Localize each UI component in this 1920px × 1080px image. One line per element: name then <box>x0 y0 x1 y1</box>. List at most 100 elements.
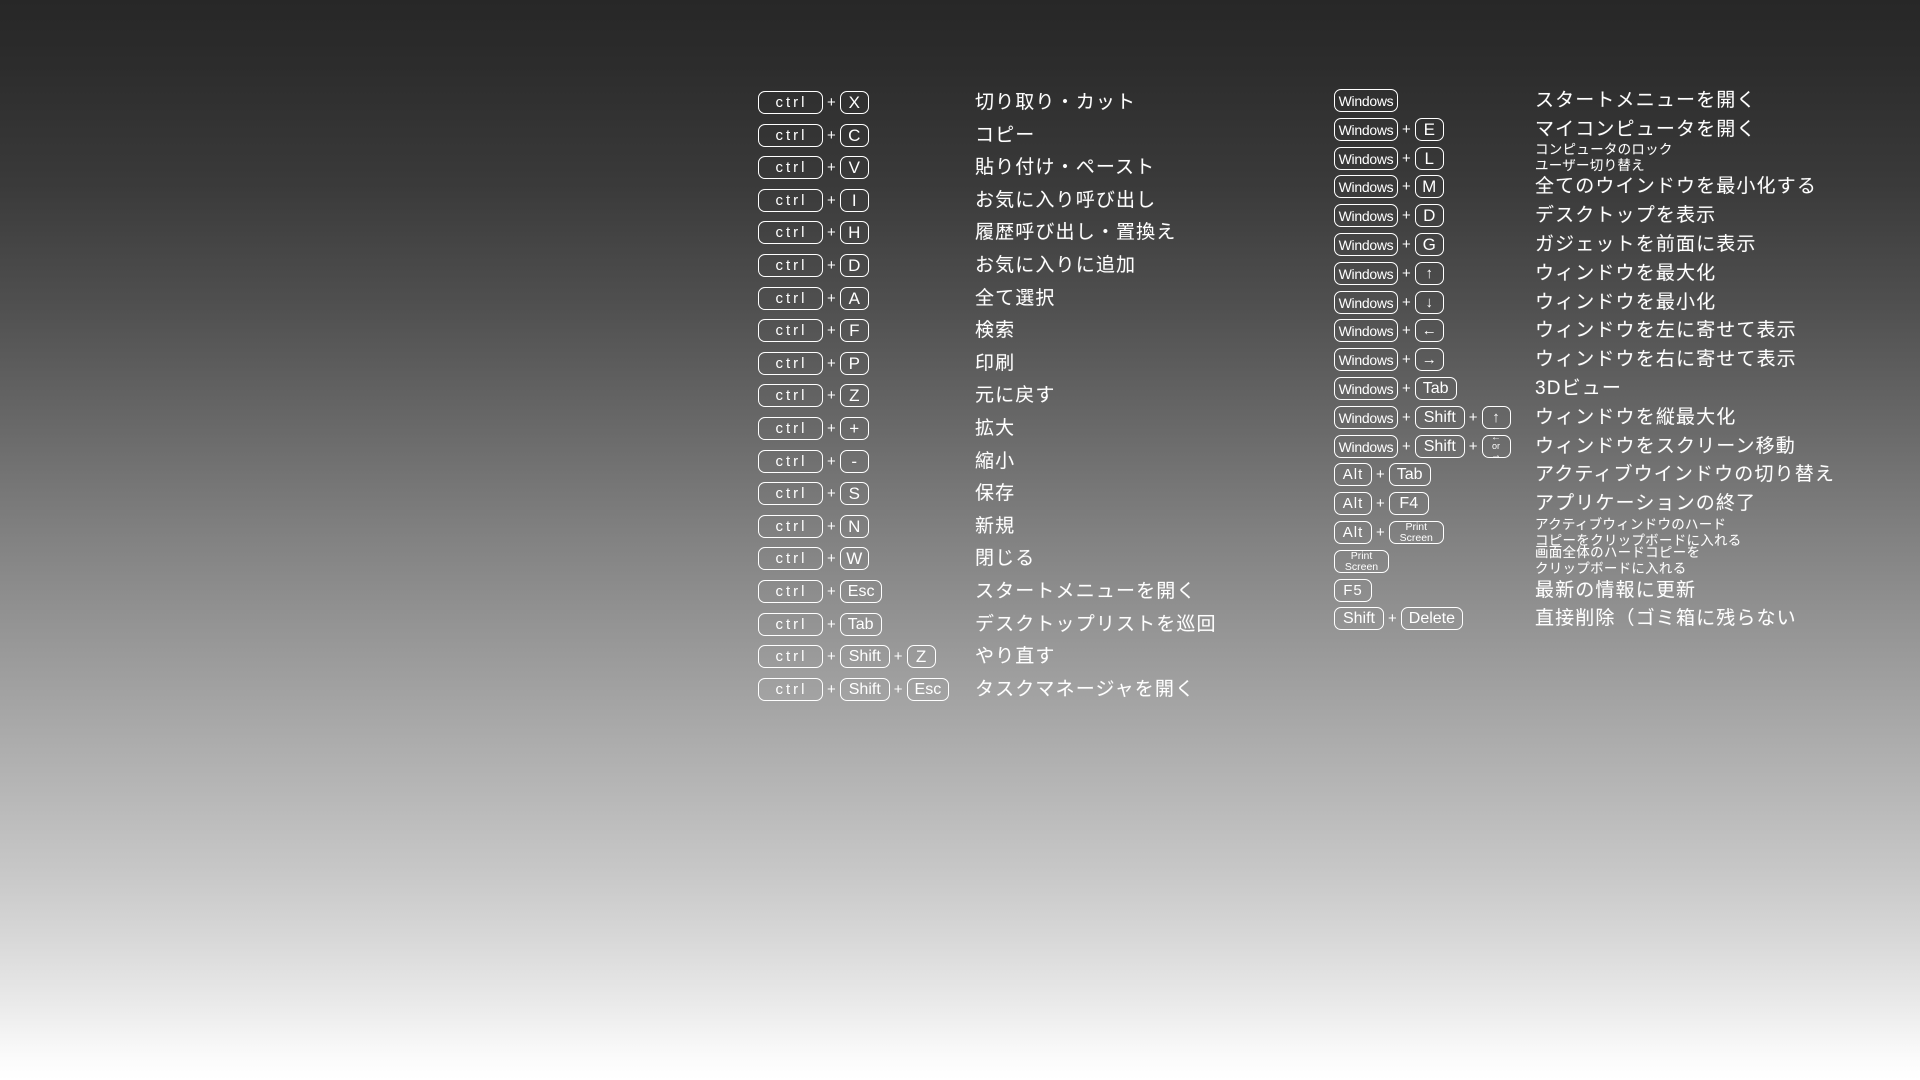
plus-separator: + <box>1402 409 1411 426</box>
plus-separator: + <box>827 192 836 209</box>
plus-separator: + <box>1402 265 1411 282</box>
key-cap: D <box>839 254 869 277</box>
key-cap: F5 <box>1334 579 1372 602</box>
shortcut-key-combo: ctrl + A <box>758 287 869 310</box>
plus-separator: + <box>1402 322 1411 339</box>
plus-separator: + <box>893 681 903 698</box>
plus-separator: + <box>827 322 836 339</box>
shortcut-key-combo: ctrl + I <box>758 189 869 212</box>
shortcut-key-combo: Windows + ↑ <box>1334 262 1444 285</box>
key-cap: Windows <box>1334 175 1398 198</box>
key-cap: Windows <box>1334 406 1398 429</box>
key-cap: X <box>839 91 869 114</box>
shortcut-key-combo: ctrl + D <box>758 254 869 277</box>
key-cap: A <box>839 287 869 310</box>
shortcut-description: 画面全体のハードコピーを クリップボードに入れる <box>1535 544 1701 576</box>
key-cap: ctrl <box>758 319 823 342</box>
plus-separator: + <box>827 648 836 665</box>
key-cap: Shift <box>839 678 890 701</box>
shortcut-key-combo: ctrl + Tab <box>758 613 882 636</box>
plus-separator: + <box>827 583 836 600</box>
key-cap: ctrl <box>758 189 823 212</box>
shortcut-key-combo: Windows + L <box>1334 147 1444 170</box>
shortcut-description: コピー <box>975 125 1036 146</box>
shortcut-description: 全てのウインドウを最小化する <box>1535 176 1817 197</box>
plus-separator: + <box>1402 207 1411 224</box>
key-cap: ↓ <box>1414 291 1444 314</box>
key-cap: Windows <box>1334 435 1398 458</box>
shortcut-description: ガジェットを前面に表示 <box>1535 234 1757 255</box>
plus-separator: + <box>1402 351 1411 368</box>
wallpaper-canvas: ctrl + X 切り取り・カット ctrl + C コピー ctrl + V 貼り付け・ペースト ct… <box>0 0 1920 1080</box>
shortcut-description: 印刷 <box>975 353 1016 374</box>
shortcut-key-combo: Windows + D <box>1334 204 1444 227</box>
shortcut-key-combo: Print Screen <box>1334 550 1389 573</box>
plus-separator: + <box>827 387 836 404</box>
key-cap: Esc <box>839 580 883 603</box>
plus-separator: + <box>1376 495 1385 512</box>
key-cap: P <box>839 352 869 375</box>
shortcut-key-combo: Windows + ← <box>1334 319 1444 342</box>
key-cap: ← <box>1414 319 1444 342</box>
shortcut-key-combo: F5 <box>1334 579 1372 602</box>
shortcut-key-combo: Windows + M <box>1334 175 1444 198</box>
shortcut-description: アプリケーションの終了 <box>1535 493 1757 514</box>
shortcut-description: ウィンドウを最小化 <box>1535 292 1717 313</box>
shortcut-key-combo: ctrl + - <box>758 450 869 473</box>
plus-separator: + <box>1402 178 1411 195</box>
shortcut-key-combo: Windows + → <box>1334 348 1444 371</box>
plus-separator: + <box>1402 294 1411 311</box>
shortcut-key-combo: ctrl + Shift + Z <box>758 645 936 668</box>
key-cap: S <box>839 482 869 505</box>
shortcut-description: ウィンドウを縦最大化 <box>1535 407 1737 428</box>
shortcut-description: 新規 <box>975 516 1016 537</box>
key-cap: M <box>1414 175 1444 198</box>
key-cap: ctrl <box>758 254 823 277</box>
key-cap: Z <box>839 384 869 407</box>
shortcut-key-combo: ctrl + Z <box>758 384 869 407</box>
shortcut-description: 全て選択 <box>975 288 1056 309</box>
plus-separator: + <box>827 257 836 274</box>
shortcut-key-combo: ctrl + Esc <box>758 580 883 603</box>
key-cap: ctrl <box>758 91 823 114</box>
plus-separator: + <box>1402 121 1411 138</box>
key-cap: ctrl <box>758 450 823 473</box>
plus-separator: + <box>1402 150 1411 167</box>
plus-separator: + <box>1468 438 1478 455</box>
key-cap: Windows <box>1334 377 1398 400</box>
shortcut-key-combo: Alt + F4 <box>1334 492 1429 515</box>
plus-separator: + <box>827 355 836 372</box>
key-cap: Alt <box>1334 492 1372 515</box>
key-cap: ctrl <box>758 645 823 668</box>
key-cap: Delete <box>1400 607 1464 630</box>
plus-separator: + <box>827 518 836 535</box>
shortcut-key-combo: Windows + Shift + ← or → <box>1334 432 1511 460</box>
plus-separator: + <box>827 127 836 144</box>
key-cap: N <box>839 515 869 538</box>
key-cap: Windows <box>1334 233 1398 256</box>
plus-separator: + <box>1468 409 1478 426</box>
shortcut-description: ウィンドウを最大化 <box>1535 263 1717 284</box>
key-cap: Esc <box>906 678 950 701</box>
shortcut-description: デスクトップリストを巡回 <box>975 614 1217 635</box>
key-cap: H <box>839 221 869 244</box>
shortcut-key-combo: Shift + Delete <box>1334 607 1464 630</box>
key-cap: W <box>839 547 869 570</box>
shortcut-key-combo: ctrl + C <box>758 124 869 147</box>
shortcut-key-combo: Windows + G <box>1334 233 1444 256</box>
key-cap: I <box>839 189 869 212</box>
shortcut-description: 拡大 <box>975 418 1016 439</box>
key-cap: ctrl <box>758 352 823 375</box>
shortcut-description: タスクマネージャを開く <box>975 679 1196 700</box>
key-cap: Alt <box>1334 463 1372 486</box>
shortcut-description: やり直す <box>975 646 1056 667</box>
shortcut-key-combo: Windows + Shift + ↑ <box>1334 406 1511 429</box>
shortcut-description: 保存 <box>975 483 1016 504</box>
shortcut-description: ウィンドウを右に寄せて表示 <box>1535 349 1797 370</box>
key-cap: Windows <box>1334 89 1398 112</box>
shortcut-key-combo: ctrl + W <box>758 547 869 570</box>
shortcut-description: 閉じる <box>975 548 1036 569</box>
shortcut-key-combo: ctrl + H <box>758 221 869 244</box>
shortcut-key-combo: Windows <box>1334 89 1398 112</box>
key-cap: C <box>839 124 869 147</box>
